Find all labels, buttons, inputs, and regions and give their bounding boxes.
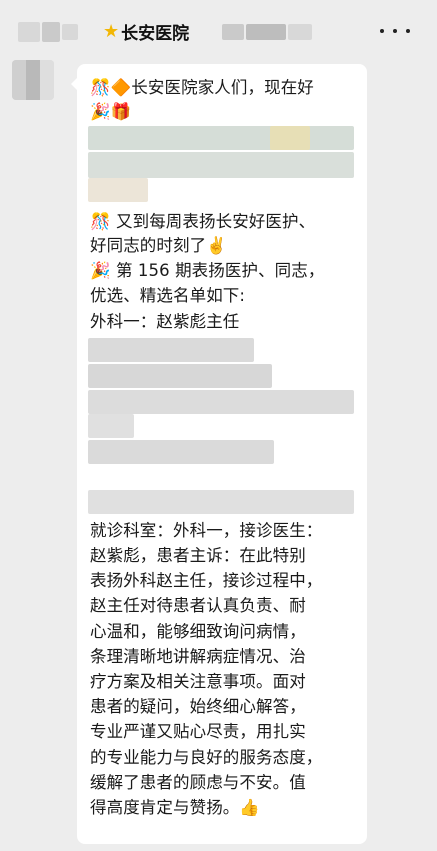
blurred-back-area-3	[62, 24, 78, 40]
more-dot-icon	[406, 29, 410, 33]
first-entry: 外科一：赵紫彪主任	[90, 312, 240, 331]
issue-line-1: 🎉 第 156 期表扬医护、同志，	[90, 261, 325, 280]
intro-line-2: 好同志的时刻了✌️	[90, 236, 227, 255]
redacted-block	[88, 178, 148, 202]
blurred-title-suffix	[222, 24, 244, 40]
greeting-line-1: 🎊🔶长安医院家人们，现在好	[90, 78, 314, 97]
redacted-block	[88, 152, 354, 178]
blurred-back-area-2	[42, 22, 60, 42]
star-icon: ★	[103, 20, 120, 42]
redacted-block	[88, 490, 354, 514]
blurred-title-suffix-2	[246, 24, 286, 40]
detail-line: 心温和，能够细致询问病情，	[90, 622, 306, 641]
intro-line-1: 🎊 又到每周表扬长安好医护、	[90, 212, 316, 231]
redacted-block	[88, 390, 354, 414]
sender-avatar[interactable]	[12, 60, 54, 100]
greeting-line-2: 🎉🎁	[90, 102, 132, 121]
redacted-block	[88, 338, 254, 362]
issue-line-2: 优选、精选名单如下:	[90, 286, 246, 305]
detail-line: 缓解了患者的顾虑与不安。值	[90, 773, 306, 792]
redacted-block	[88, 126, 354, 150]
detail-line: 得高度肯定与赞扬。👍	[90, 798, 261, 817]
detail-line: 就诊科室：外科一，接诊医生：	[90, 521, 323, 540]
more-options-button[interactable]	[380, 18, 410, 44]
redacted-block	[88, 414, 134, 438]
blurred-title-suffix-3	[288, 24, 312, 40]
redacted-block	[88, 364, 272, 388]
more-dot-icon	[380, 29, 384, 33]
chat-header: ★ 长安医院	[0, 0, 437, 56]
detail-line: 表扬外科赵主任，接诊过程中，	[90, 571, 323, 590]
detail-line: 赵紫彪，患者主诉：在此特别	[90, 546, 306, 565]
group-name: 长安医院	[121, 23, 190, 44]
detail-line: 条理清晰地讲解病症情况、治	[90, 647, 306, 666]
detail-line: 专业严谨又贴心尽责，用扎实	[90, 722, 306, 741]
detail-line: 患者的疑问，始终细心解答，	[90, 697, 306, 716]
redacted-block	[88, 440, 274, 464]
more-dot-icon	[393, 29, 397, 33]
detail-line: 疗方案及相关注意事项。面对	[90, 672, 306, 691]
chat-title: ★ 长安医院	[103, 18, 189, 44]
blurred-back-area[interactable]	[18, 22, 40, 42]
detail-line: 的专业能力与良好的服务态度，	[90, 748, 323, 767]
redacted-block	[270, 126, 310, 150]
detail-line: 赵主任对待患者认真负责、耐	[90, 596, 306, 615]
